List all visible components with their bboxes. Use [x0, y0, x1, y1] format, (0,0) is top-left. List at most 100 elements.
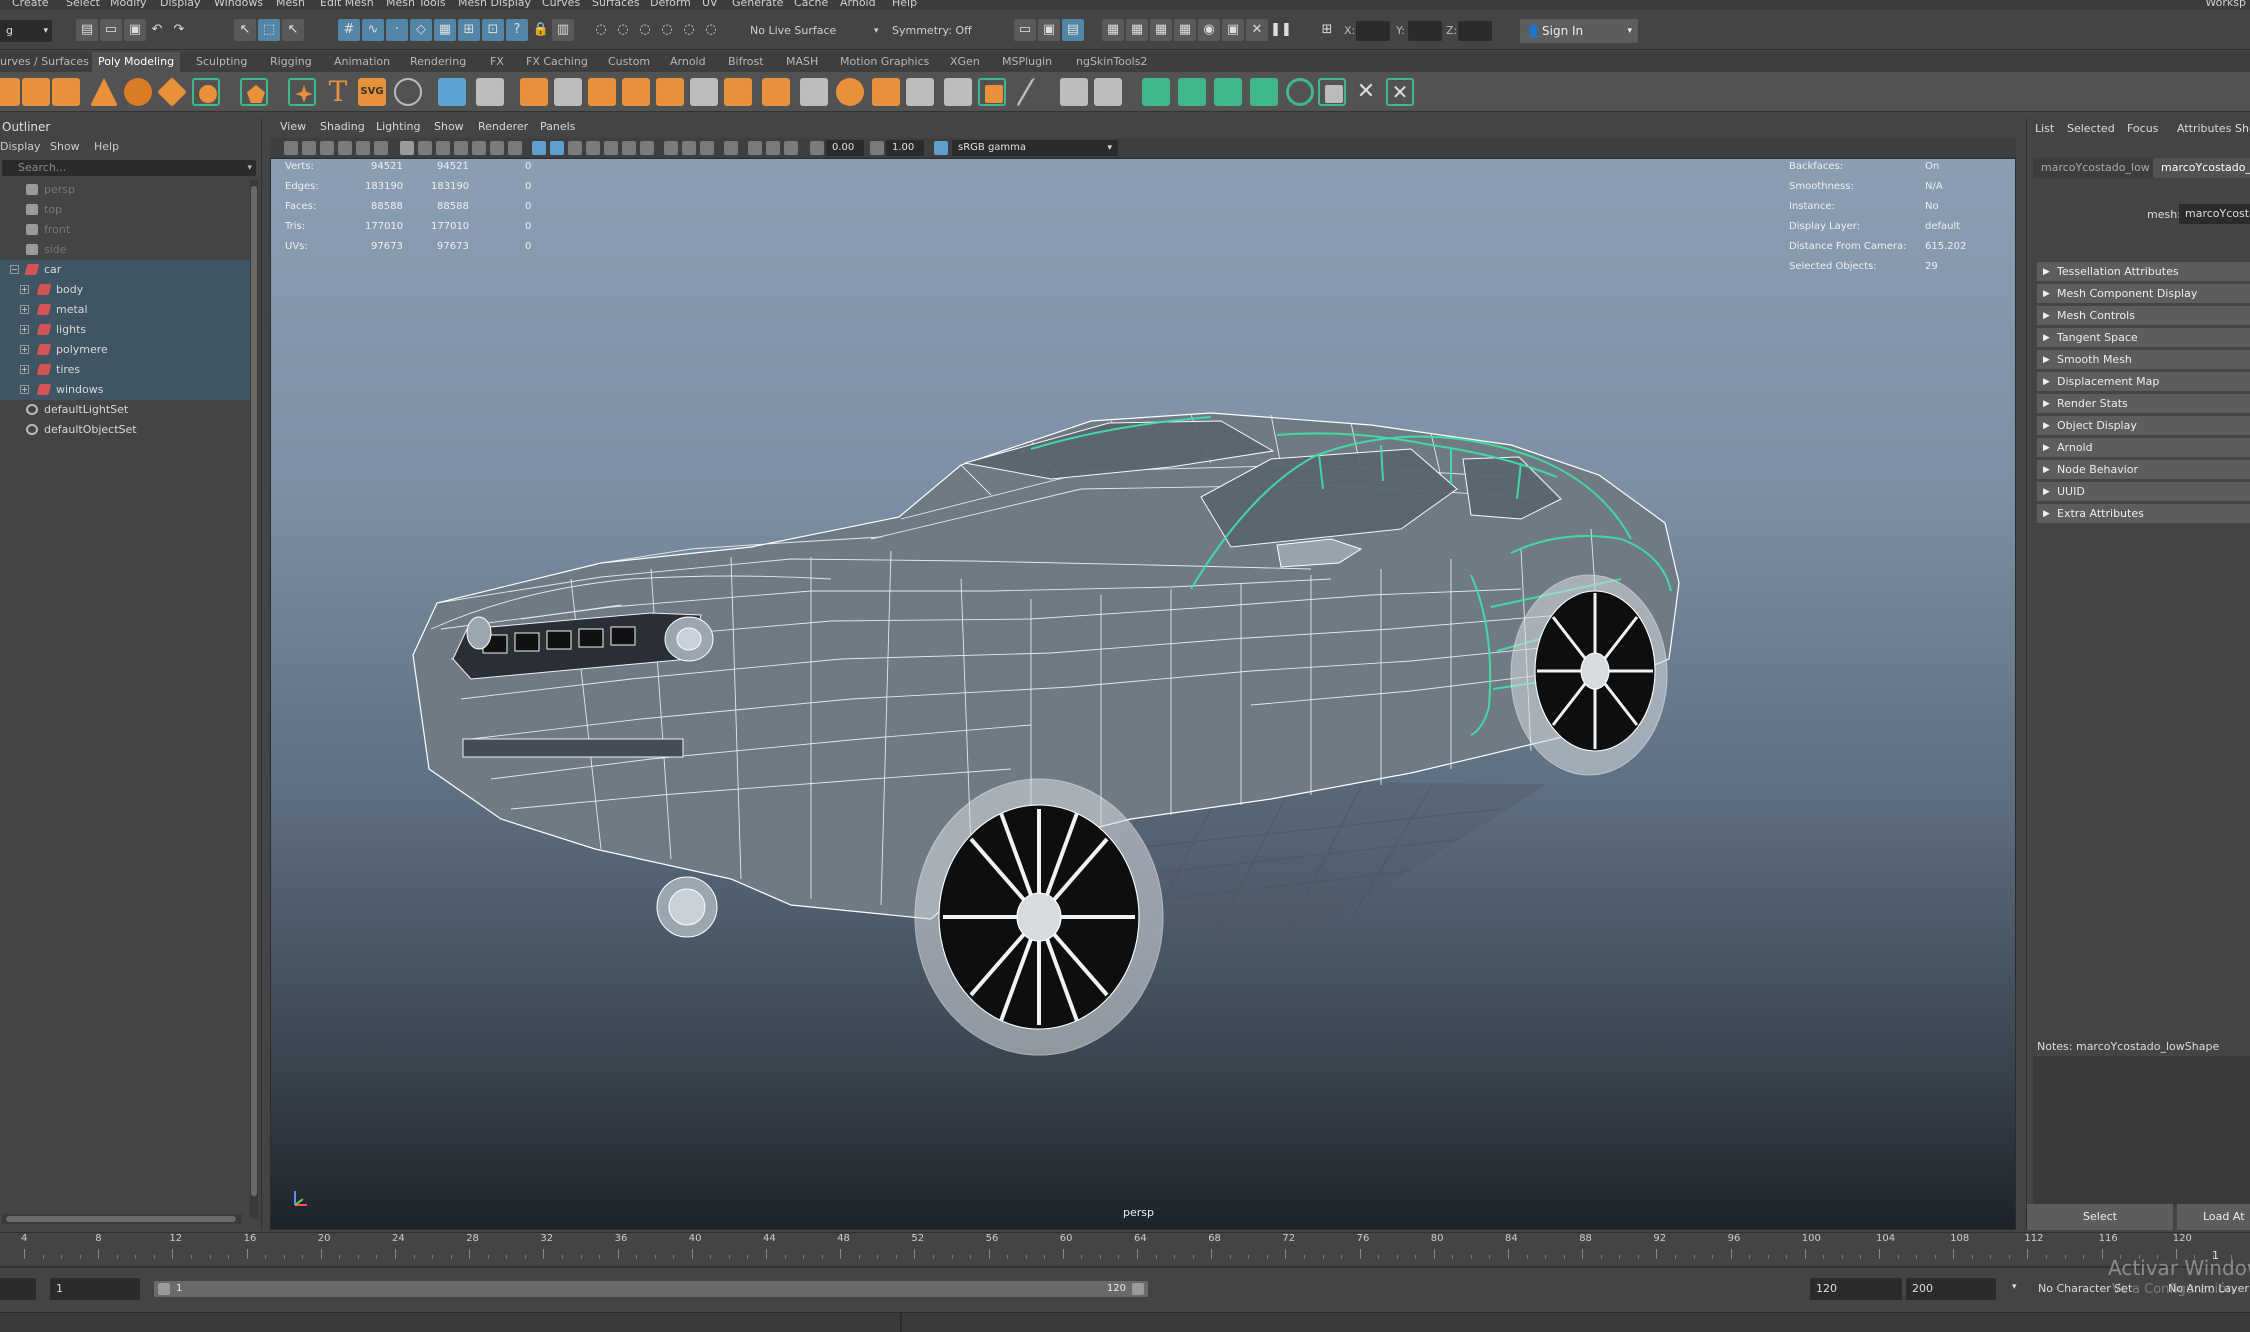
outliner-search-input[interactable]: Search... ▾	[2, 160, 256, 176]
bridge-icon[interactable]	[656, 78, 684, 106]
separate-icon[interactable]	[476, 78, 504, 106]
new-scene-icon[interactable]: ▤	[76, 19, 98, 41]
notes-textarea[interactable]	[2033, 1056, 2250, 1206]
poly-cone-icon[interactable]	[90, 78, 118, 106]
viewport-menu-panels[interactable]: Panels	[540, 120, 575, 133]
film-gate-icon[interactable]	[418, 141, 432, 155]
smooth-shade-icon[interactable]	[550, 141, 564, 155]
section-tangent-space[interactable]: ▶ Tangent Space	[2037, 328, 2250, 348]
boolean-icon[interactable]	[554, 78, 582, 106]
section-displacement-map[interactable]: ▶ Displacement Map	[2037, 372, 2250, 392]
safe-title-icon[interactable]	[508, 141, 522, 155]
poly-platonic-icon[interactable]	[240, 78, 268, 106]
tab-sculpting[interactable]: Sculpting	[190, 52, 253, 72]
ae-tab-shape[interactable]: marcoYcostado_l	[2153, 158, 2250, 178]
render-icon[interactable]: ◉	[1198, 19, 1220, 41]
tab-bifrost[interactable]: Bifrost	[722, 52, 770, 72]
color-management-icon[interactable]	[934, 141, 948, 155]
outliner-item-body[interactable]: + body	[0, 280, 250, 300]
expand-icon[interactable]: +	[20, 385, 29, 394]
arnold-ipr-icon[interactable]: ✕	[1246, 19, 1268, 41]
poly-disc-icon[interactable]	[192, 78, 220, 106]
camera-select-icon[interactable]	[284, 141, 298, 155]
scrollbar-thumb[interactable]	[251, 186, 257, 1196]
lasso3-icon[interactable]: ◌	[634, 19, 656, 41]
scene-start-field[interactable]	[0, 1278, 36, 1300]
exposure-field[interactable]: 0.00	[826, 140, 864, 156]
select-object-icon[interactable]: ↖	[282, 19, 304, 41]
snap-point-icon[interactable]: ·	[386, 19, 408, 41]
reduce-icon[interactable]	[724, 78, 752, 106]
outliner-item-tires[interactable]: + tires	[0, 360, 250, 380]
motion-blur-icon[interactable]	[664, 141, 678, 155]
tab-custom[interactable]: Custom	[602, 52, 656, 72]
menu-help[interactable]: Help	[892, 0, 917, 9]
expand-icon[interactable]: +	[20, 305, 29, 314]
camera-attr-icon[interactable]	[302, 141, 316, 155]
uv-editor-icon[interactable]	[1142, 78, 1170, 106]
animation-end-field[interactable]: 200	[1906, 1278, 1996, 1300]
outliner-menu-show[interactable]: Show	[50, 138, 80, 156]
menu-display[interactable]: Display	[160, 0, 201, 9]
target-weld-icon[interactable]	[906, 78, 934, 106]
render-region-icon[interactable]: ▭	[1014, 19, 1036, 41]
gamma-icon[interactable]	[870, 141, 884, 155]
redo-icon[interactable]: ↷	[168, 19, 190, 41]
ae-menu-show[interactable]: Sho	[2235, 122, 2250, 135]
anti-alias-icon[interactable]	[682, 141, 696, 155]
menu-mesh-tools[interactable]: Mesh Tools	[386, 0, 446, 9]
axis-z-field[interactable]	[1458, 21, 1492, 41]
open-scene-icon[interactable]: ▭	[100, 19, 122, 41]
tab-curves-surfaces[interactable]: urves / Surfaces	[0, 52, 95, 72]
scrollbar-thumb[interactable]	[6, 1216, 236, 1222]
super-shape-icon[interactable]	[288, 78, 316, 106]
uv-layout-icon[interactable]	[1318, 78, 1346, 106]
edge-flow-icon[interactable]	[1015, 78, 1061, 106]
grease-pencil-icon[interactable]	[374, 141, 388, 155]
tab-motion-graphics[interactable]: Motion Graphics	[834, 52, 935, 72]
ae-tab-transform[interactable]: marcoYcostado_low	[2033, 158, 2158, 178]
outliner-item-polymere[interactable]: + polymere	[0, 340, 250, 360]
range-bar[interactable]: 1 120	[154, 1281, 1148, 1297]
outliner-item-side[interactable]: side	[0, 240, 250, 260]
lasso2-icon[interactable]: ◌	[612, 19, 634, 41]
tab-fx[interactable]: FX	[484, 52, 510, 72]
xray-components-icon[interactable]	[784, 141, 798, 155]
type-tool-icon[interactable]: T	[324, 78, 352, 106]
sign-in-button[interactable]: 👤 Sign In ▾	[1520, 19, 1638, 43]
gamma-field[interactable]: 1.00	[886, 140, 924, 156]
section-uuid[interactable]: ▶ UUID	[2037, 482, 2250, 502]
outliner-item-windows[interactable]: + windows	[0, 380, 250, 400]
select-hierarchy-icon[interactable]: ⬚	[258, 19, 280, 41]
menu-curves[interactable]: Curves	[542, 0, 580, 9]
tab-xgen[interactable]: XGen	[944, 52, 986, 72]
wireframe-icon[interactable]	[532, 141, 546, 155]
load-attributes-button[interactable]: Load At	[2177, 1204, 2250, 1230]
section-smooth-mesh[interactable]: ▶ Smooth Mesh	[2037, 350, 2250, 370]
select-button[interactable]: Select	[2027, 1204, 2173, 1230]
tab-mash[interactable]: MASH	[780, 52, 824, 72]
poly-cube-icon[interactable]	[22, 78, 50, 106]
undo-icon[interactable]: ↶	[146, 19, 168, 41]
menu-select[interactable]: Select	[66, 0, 100, 9]
snap-magnet-icon[interactable]: ⊡	[482, 19, 504, 41]
quad-draw-icon[interactable]	[978, 78, 1006, 106]
fill-hole-icon[interactable]	[690, 78, 718, 106]
exposure-icon[interactable]	[810, 141, 824, 155]
snap-view-plane-icon[interactable]: ▦	[434, 19, 456, 41]
extrude-icon[interactable]	[762, 78, 790, 106]
tab-animation[interactable]: Animation	[328, 52, 396, 72]
menu-uv[interactable]: UV	[702, 0, 718, 9]
menu-mesh[interactable]: Mesh	[276, 0, 305, 9]
section-mesh-component-display[interactable]: ▶ Mesh Component Display	[2037, 284, 2250, 304]
command-line[interactable]	[0, 1312, 2250, 1332]
range-end-handle[interactable]	[1132, 1283, 1144, 1295]
menu-deform[interactable]: Deform	[650, 0, 691, 9]
ae-menu-focus[interactable]: Focus	[2127, 122, 2158, 135]
transform-icon[interactable]: ⊞	[1316, 19, 1338, 41]
pause-icon[interactable]: ❚❚	[1270, 19, 1292, 41]
poly-plane-icon[interactable]	[157, 77, 187, 107]
snap-live-icon[interactable]: ⊞	[458, 19, 480, 41]
ae-menu-attributes[interactable]: Attributes	[2177, 122, 2231, 135]
resolution-gate-icon[interactable]	[436, 141, 450, 155]
